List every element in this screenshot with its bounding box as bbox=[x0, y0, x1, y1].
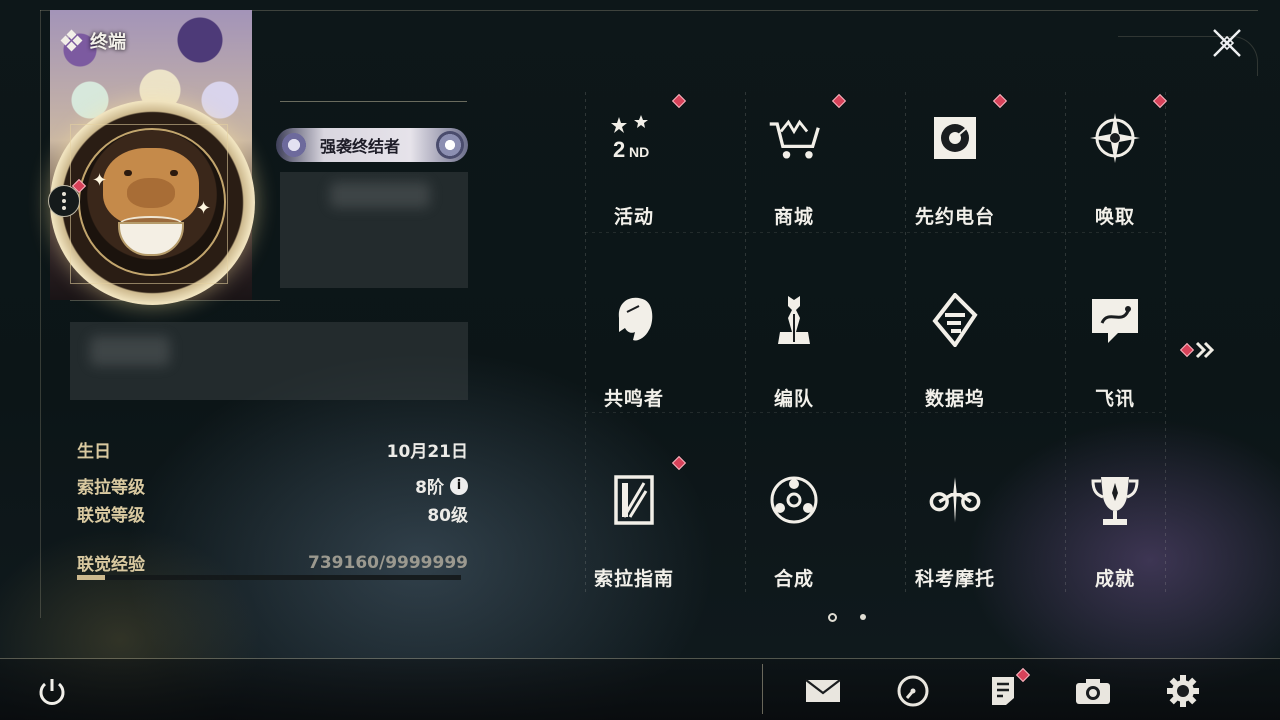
notification-badge-icon bbox=[671, 455, 687, 471]
shop-cart-icon bbox=[766, 110, 822, 166]
title-divider bbox=[280, 101, 467, 102]
stat-union-level: 联觉等级 80级 bbox=[77, 501, 468, 526]
menu-item-label: 先约电台 bbox=[914, 206, 995, 228]
exp-progress-fill bbox=[77, 575, 106, 580]
guide-book-icon bbox=[606, 472, 662, 528]
clock-icon bbox=[897, 675, 929, 707]
close-button[interactable] bbox=[1208, 24, 1246, 62]
menu-item-label: 合成 bbox=[773, 568, 814, 590]
card-divider bbox=[70, 300, 280, 301]
stat-union-exp: 联觉经验 739160/9999999 bbox=[77, 550, 468, 576]
motorcycle-icon bbox=[927, 472, 983, 528]
menu-item-1[interactable]: 商城 bbox=[714, 90, 874, 240]
menu-item-3[interactable]: 唤取 bbox=[1035, 90, 1195, 240]
title-badge-text: 强袭终结者 bbox=[320, 137, 401, 156]
notification-badge-icon bbox=[671, 93, 687, 109]
time-button[interactable] bbox=[894, 672, 932, 710]
team-chess-icon bbox=[766, 292, 822, 348]
notice-button[interactable] bbox=[984, 667, 1031, 710]
notification-badge-icon bbox=[1152, 93, 1168, 109]
resonator-icon bbox=[606, 292, 662, 348]
notice-icon bbox=[992, 677, 1014, 705]
menu-item-label: 索拉指南 bbox=[593, 568, 674, 590]
stat-birthday: 生日 10月21日 bbox=[77, 437, 468, 462]
menu-item-9[interactable]: 合成 bbox=[714, 452, 874, 602]
data-bank-icon bbox=[927, 292, 983, 348]
menu-item-label: 飞讯 bbox=[1094, 388, 1135, 410]
info-icon[interactable]: i bbox=[450, 476, 468, 495]
panel-title: 终端 bbox=[60, 28, 126, 54]
camera-button[interactable] bbox=[1074, 672, 1112, 710]
next-page-button[interactable] bbox=[1179, 338, 1220, 362]
menu-item-7[interactable]: 飞讯 bbox=[1035, 272, 1195, 422]
menu-item-2[interactable]: 先约电台 bbox=[875, 90, 1035, 240]
bottom-bar-divider bbox=[762, 664, 763, 714]
stat-value: 80级 bbox=[427, 506, 468, 526]
svg-text:ND: ND bbox=[629, 144, 649, 160]
frame-left-line bbox=[40, 10, 41, 618]
radio-icon bbox=[927, 110, 983, 166]
panel-title-text: 终端 bbox=[90, 32, 126, 53]
synthesis-icon bbox=[766, 472, 822, 528]
wing-emblem-icon bbox=[280, 131, 308, 159]
event-2nd-icon: 2 ND bbox=[606, 110, 662, 166]
title-badge[interactable]: 强袭终结者 bbox=[276, 128, 468, 162]
stat-label: 生日 bbox=[77, 442, 111, 462]
mail-button[interactable] bbox=[804, 672, 842, 710]
close-icon bbox=[1213, 29, 1241, 57]
stat-label: 索拉等级 bbox=[77, 478, 145, 498]
power-icon bbox=[39, 679, 65, 705]
page-indicator-2[interactable] bbox=[860, 614, 866, 620]
stat-sola-level: 索拉等级 8阶 i bbox=[77, 473, 468, 498]
menu-item-label: 数据坞 bbox=[924, 388, 985, 410]
message-chat-icon bbox=[1087, 292, 1143, 348]
menu-item-label: 活动 bbox=[613, 206, 654, 228]
player-name-blurred bbox=[330, 182, 430, 208]
menu-item-6[interactable]: 数据坞 bbox=[875, 272, 1035, 422]
trophy-icon bbox=[1087, 472, 1143, 528]
convene-compass-icon bbox=[1087, 110, 1143, 166]
avatar-select-frame bbox=[70, 124, 228, 284]
bottom-bar-rule bbox=[0, 658, 1280, 659]
menu-item-10[interactable]: 科考摩托 bbox=[875, 452, 1035, 602]
menu-item-8[interactable]: 索拉指南 bbox=[554, 452, 714, 602]
exp-progress-bar bbox=[77, 575, 461, 580]
stat-label: 联觉经验 bbox=[77, 555, 145, 575]
menu-item-label: 唤取 bbox=[1094, 206, 1135, 228]
stat-value: 8阶 bbox=[415, 478, 444, 498]
page-indicator-1[interactable] bbox=[828, 613, 837, 622]
mail-icon bbox=[805, 679, 841, 702]
menu-item-label: 科考摩托 bbox=[914, 568, 995, 590]
menu-item-11[interactable]: 成就 bbox=[1035, 452, 1195, 602]
notification-badge-icon bbox=[992, 93, 1008, 109]
menu-item-label: 编队 bbox=[773, 388, 814, 410]
menu-item-5[interactable]: 编队 bbox=[714, 272, 874, 422]
gear-icon bbox=[1167, 675, 1199, 707]
terminal-icon bbox=[60, 29, 83, 52]
svg-text:2: 2 bbox=[613, 137, 625, 162]
stat-value-wrap: 8阶 i bbox=[415, 473, 468, 498]
menu-item-label: 商城 bbox=[773, 206, 814, 228]
stat-label: 联觉等级 bbox=[77, 506, 145, 526]
signature-text-blurred bbox=[90, 336, 170, 366]
notification-badge-icon bbox=[831, 93, 847, 109]
settings-button[interactable] bbox=[1164, 672, 1202, 710]
menu-item-label: 共鸣者 bbox=[603, 388, 664, 410]
menu-item-label: 成就 bbox=[1094, 568, 1135, 590]
camera-icon bbox=[1076, 679, 1110, 704]
menu-item-0[interactable]: 2 ND 活动 bbox=[554, 90, 714, 240]
menu-item-4[interactable]: 共鸣者 bbox=[554, 272, 714, 422]
stat-value: 739160/9999999 bbox=[308, 552, 468, 573]
stat-value: 10月21日 bbox=[386, 442, 468, 462]
power-button[interactable] bbox=[34, 674, 70, 710]
orb-emblem-icon bbox=[436, 131, 464, 159]
